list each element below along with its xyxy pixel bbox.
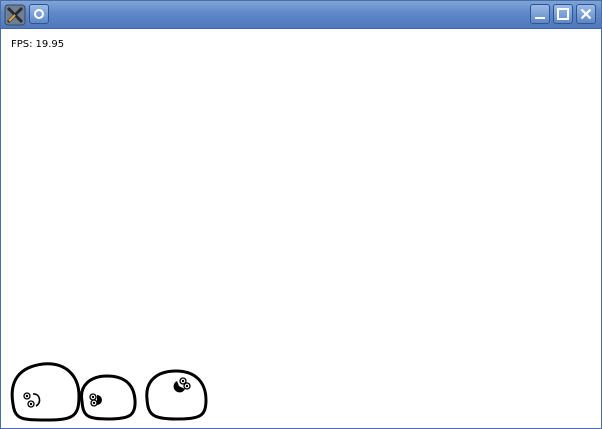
game-canvas[interactable]: FPS: 19.95: [1, 29, 601, 428]
sticky-button[interactable]: [29, 4, 49, 24]
blob-character: [145, 369, 208, 421]
titlebar[interactable]: [1, 1, 601, 29]
blob-face: [173, 377, 191, 393]
blob-face: [23, 392, 41, 408]
game-scene: [10, 362, 208, 422]
app-window: FPS: 19.95: [0, 0, 602, 429]
pin-icon: [34, 9, 44, 19]
app-menu-icon[interactable]: [4, 4, 26, 26]
maximize-button[interactable]: [553, 4, 573, 24]
blob-character: [80, 374, 137, 421]
minimize-button[interactable]: [530, 4, 550, 24]
close-button[interactable]: [576, 4, 596, 24]
maximize-icon: [557, 8, 569, 20]
minimize-icon: [535, 17, 545, 19]
blob-character: [10, 362, 81, 422]
blob-face: [89, 393, 102, 407]
close-icon: [580, 8, 592, 20]
